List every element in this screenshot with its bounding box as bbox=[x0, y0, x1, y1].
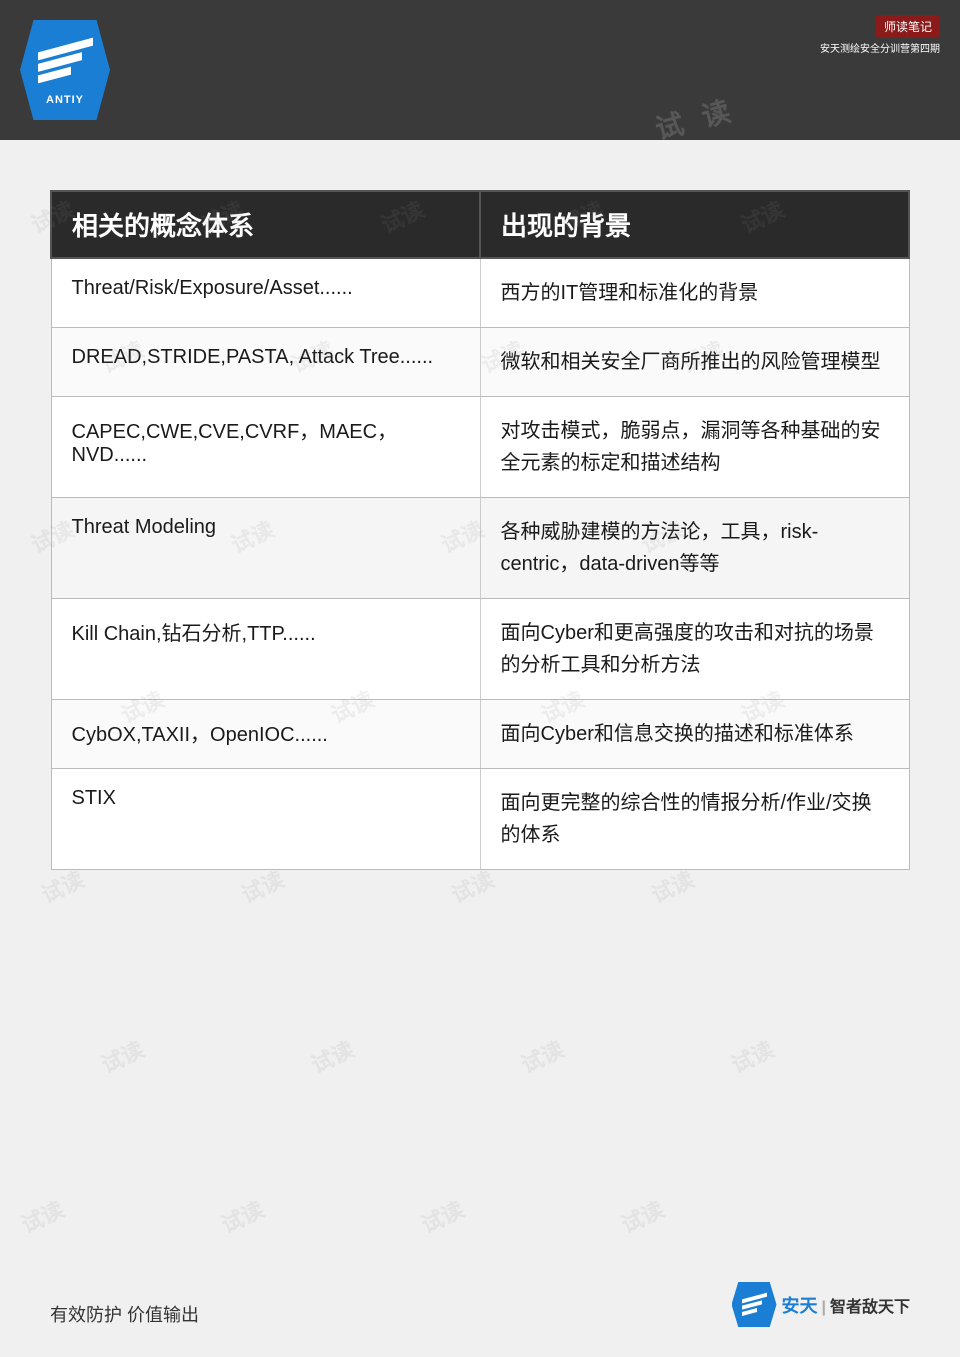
footer-company-text: 安天|智者敌天下 bbox=[782, 1292, 911, 1318]
wm-22: 试读 bbox=[95, 1032, 148, 1080]
logo-text: ANTIY bbox=[46, 94, 84, 106]
logo: ANTIY bbox=[20, 20, 110, 120]
company-badge: 师读笔记 bbox=[876, 15, 940, 38]
table-row: CybOX,TAXII，OpenIOC......面向Cyber和信息交换的描述… bbox=[51, 700, 909, 769]
row-2-right: 对攻击模式，脆弱点，漏洞等各种基础的安全元素的标定和描述结构 bbox=[480, 397, 909, 498]
wm-25: 试读 bbox=[725, 1032, 778, 1080]
table-row: Threat Modeling各种威胁建模的方法论，工具，risk-centri… bbox=[51, 498, 909, 599]
table-row: STIX面向更完整的综合性的情报分析/作业/交换的体系 bbox=[51, 769, 909, 870]
main-content: 相关的概念体系 出现的背景 Threat/Risk/Exposure/Asset… bbox=[0, 140, 960, 900]
row-5-left: CybOX,TAXII，OpenIOC...... bbox=[51, 700, 480, 769]
header-right-logo: 师读笔记 安天测绘安全分训营第四期 bbox=[820, 15, 940, 55]
footer: 有效防护 价值输出 安天|智者敌天下 bbox=[50, 1282, 910, 1327]
footer-left-text: 有效防护 价值输出 bbox=[50, 1301, 199, 1327]
row-0-right: 西方的IT管理和标准化的背景 bbox=[480, 258, 909, 328]
header-watermark: 试读 试读 试读 试读 试读 试读 试读 试读 试读 bbox=[131, 0, 810, 140]
row-5-right: 面向Cyber和信息交换的描述和标准体系 bbox=[480, 700, 909, 769]
footer-antiy: 安天 bbox=[782, 1296, 818, 1316]
footer-divider: | bbox=[822, 1299, 826, 1316]
row-0-left: Threat/Risk/Exposure/Asset...... bbox=[51, 258, 480, 328]
wm-28: 试读 bbox=[415, 1192, 468, 1240]
header: ANTIY 试读 试读 试读 试读 试读 试读 试读 试读 试读 师读笔记 安天… bbox=[0, 0, 960, 140]
row-2-left: CAPEC,CWE,CVE,CVRF，MAEC，NVD...... bbox=[51, 397, 480, 498]
row-4-right: 面向Cyber和更高强度的攻击和对抗的场景的分析工具和分析方法 bbox=[480, 599, 909, 700]
table-row: Threat/Risk/Exposure/Asset......西方的IT管理和… bbox=[51, 258, 909, 328]
logo-stripes bbox=[38, 35, 93, 90]
row-3-left: Threat Modeling bbox=[51, 498, 480, 599]
wm-26: 试读 bbox=[15, 1192, 68, 1240]
table-header-row: 相关的概念体系 出现的背景 bbox=[51, 191, 909, 258]
col2-header: 出现的背景 bbox=[480, 191, 909, 258]
concept-table: 相关的概念体系 出现的背景 Threat/Risk/Exposure/Asset… bbox=[50, 190, 910, 870]
row-6-right: 面向更完整的综合性的情报分析/作业/交换的体系 bbox=[480, 769, 909, 870]
table-row: Kill Chain,钻石分析,TTP......面向Cyber和更高强度的攻击… bbox=[51, 599, 909, 700]
wm-29: 试读 bbox=[615, 1192, 668, 1240]
row-1-left: DREAD,STRIDE,PASTA, Attack Tree...... bbox=[51, 328, 480, 397]
table-row: CAPEC,CWE,CVE,CVRF，MAEC，NVD......对攻击模式，脆… bbox=[51, 397, 909, 498]
footer-tagline: 智者敌天下 bbox=[830, 1299, 910, 1316]
wm-23: 试读 bbox=[305, 1032, 358, 1080]
footer-right: 安天|智者敌天下 bbox=[732, 1282, 911, 1327]
footer-logo-icon bbox=[732, 1282, 777, 1327]
table-row: DREAD,STRIDE,PASTA, Attack Tree......微软和… bbox=[51, 328, 909, 397]
col1-header: 相关的概念体系 bbox=[51, 191, 480, 258]
wm-27: 试读 bbox=[215, 1192, 268, 1240]
row-6-left: STIX bbox=[51, 769, 480, 870]
footer-logo-inner bbox=[742, 1296, 767, 1314]
company-subtitle: 安天测绘安全分训营第四期 bbox=[820, 40, 940, 55]
header-watermarks: 试读 试读 试读 试读 试读 试读 试读 试读 试读 bbox=[110, 0, 810, 140]
row-1-right: 微软和相关安全厂商所推出的风险管理模型 bbox=[480, 328, 909, 397]
row-4-left: Kill Chain,钻石分析,TTP...... bbox=[51, 599, 480, 700]
wm-24: 试读 bbox=[515, 1032, 568, 1080]
row-3-right: 各种威胁建模的方法论，工具，risk-centric，data-driven等等 bbox=[480, 498, 909, 599]
